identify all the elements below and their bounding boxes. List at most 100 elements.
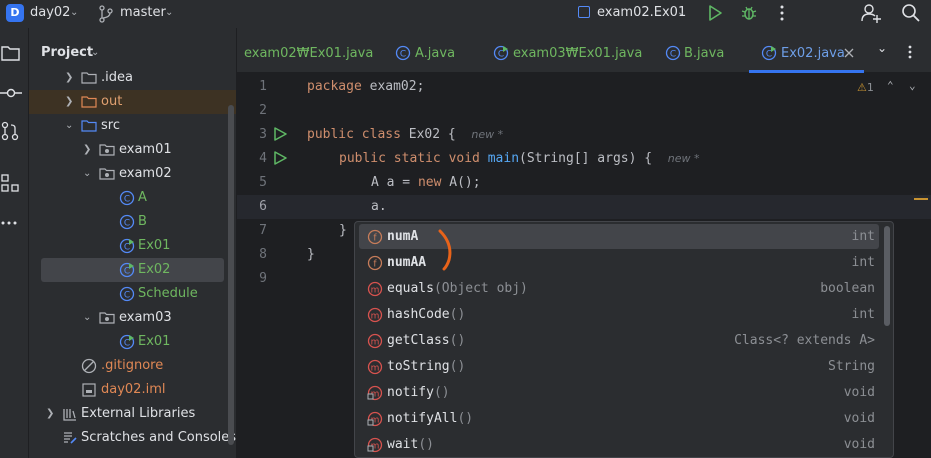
keyword: new xyxy=(417,175,442,190)
tree-item-src[interactable]: ⌄ src xyxy=(29,114,236,138)
code-text: exam02; xyxy=(361,79,425,94)
completion-type: void xyxy=(843,385,875,400)
chevron-down-icon[interactable]: ⌄ xyxy=(83,168,91,179)
tab-list-chevron-icon[interactable]: ⌄ xyxy=(877,41,887,55)
more-options-icon[interactable] xyxy=(776,2,788,24)
more-tools-icon[interactable] xyxy=(0,212,22,234)
tree-item-class-ex01[interactable]: C Ex01 xyxy=(29,330,236,354)
completion-type: boolean xyxy=(820,281,875,296)
tab-exam03-ex01[interactable]: C exam03₩Ex01.java xyxy=(485,28,642,73)
pull-requests-icon[interactable] xyxy=(0,120,22,142)
tree-item-idea[interactable]: ❯ .idea xyxy=(29,66,236,90)
previous-highlight-icon[interactable]: ⌃ xyxy=(887,79,894,92)
tab-b-java[interactable]: C B.java xyxy=(657,28,737,73)
run-icon[interactable] xyxy=(706,2,724,24)
chevron-right-icon[interactable]: ❯ xyxy=(65,72,73,83)
chevron-down-icon[interactable]: ⌄ xyxy=(91,47,99,58)
chevron-down-icon[interactable]: ⌄ xyxy=(677,7,685,18)
tree-item-out[interactable]: ❯ out xyxy=(29,90,236,114)
chevron-down-icon[interactable]: ⌄ xyxy=(65,120,73,131)
class-icon: C xyxy=(119,190,135,206)
chevron-right-icon[interactable]: ❯ xyxy=(46,408,54,419)
tree-item-class-b[interactable]: C B xyxy=(29,210,236,234)
search-icon[interactable] xyxy=(900,2,922,24)
completion-name: numAA xyxy=(387,255,427,270)
folder-icon xyxy=(81,96,97,108)
tool-window-strip xyxy=(0,28,29,458)
tree-item-class-a[interactable]: C A xyxy=(29,186,236,210)
completion-item[interactable]: m notify() void xyxy=(359,380,879,405)
tab-exam02-ex01[interactable]: exam02₩Ex01.java xyxy=(237,28,373,73)
author-hint[interactable]: new * xyxy=(471,128,503,141)
next-highlight-icon[interactable]: ⌄ xyxy=(909,79,916,92)
tab-label: A.java xyxy=(415,46,456,61)
tab-ex02-java[interactable]: C Ex02.java xyxy=(749,28,864,73)
tree-item-label: A xyxy=(138,190,147,205)
keyword: public static void xyxy=(339,151,480,166)
tab-a-java[interactable]: C A.java xyxy=(387,28,467,73)
chevron-right-icon[interactable]: ❯ xyxy=(83,144,91,155)
tree-item-class-ex01[interactable]: C Ex01 xyxy=(29,234,236,258)
code-line-5: A a = new A(); xyxy=(371,175,481,190)
tree-item-label: out xyxy=(101,94,123,109)
run-config-name[interactable]: exam02.Ex01 xyxy=(597,5,686,20)
more-options-icon[interactable] xyxy=(905,44,915,60)
chevron-right-icon[interactable]: ❯ xyxy=(65,96,73,107)
project-panel-title[interactable]: Project xyxy=(41,45,93,60)
warnings-indicator[interactable]: ⚠1 xyxy=(857,81,874,94)
commit-icon[interactable] xyxy=(0,82,22,104)
add-user-icon[interactable] xyxy=(860,2,882,24)
run-config-icon[interactable] xyxy=(578,6,590,18)
chevron-down-icon[interactable]: ⌄ xyxy=(165,7,173,18)
project-name[interactable]: day02 xyxy=(30,5,70,20)
tree-item-label: day02.iml xyxy=(101,382,166,397)
completion-item[interactable]: m wait() void xyxy=(359,432,879,457)
tree-item-label: B xyxy=(138,214,147,229)
git-branch-icon[interactable] xyxy=(98,3,114,25)
folder-icon[interactable] xyxy=(0,42,22,64)
line-number: 3 xyxy=(259,127,267,142)
branch-name[interactable]: master xyxy=(120,5,166,20)
completion-scrollbar[interactable] xyxy=(884,226,890,326)
tree-item-scratches[interactable]: Scratches and Consoles xyxy=(29,426,236,450)
method-name: main xyxy=(487,151,520,166)
author-hint[interactable]: new * xyxy=(668,152,700,165)
completion-item[interactable]: m equals(Object obj) boolean xyxy=(359,276,879,301)
tree-item-iml[interactable]: day02.iml xyxy=(29,378,236,402)
code-text: Ex02 { xyxy=(400,127,456,142)
completion-item[interactable]: m getClass() Class<? extends A> xyxy=(359,328,879,353)
tree-item-gitignore[interactable]: .gitignore xyxy=(29,354,236,378)
tree-item-exam01[interactable]: ❯ exam01 xyxy=(29,138,236,162)
project-badge[interactable]: D xyxy=(6,4,24,22)
chevron-down-icon[interactable]: ⌄ xyxy=(83,312,91,323)
method-icon: m xyxy=(367,333,383,349)
completion-item[interactable]: m notifyAll() void xyxy=(359,406,879,431)
run-gutter-icon[interactable] xyxy=(273,151,287,165)
annotation-stroke xyxy=(438,229,452,271)
tree-item-label: exam03 xyxy=(119,310,172,325)
structure-icon[interactable] xyxy=(0,172,22,194)
completion-name: getClass() xyxy=(387,333,466,348)
tree-item-class-schedule[interactable]: C Schedule xyxy=(29,282,236,306)
line-number: 5 xyxy=(259,175,267,190)
completion-item[interactable]: m hashCode() int xyxy=(359,302,879,327)
field-icon: f xyxy=(367,229,383,245)
project-scrollbar[interactable] xyxy=(228,105,234,445)
chevron-down-icon[interactable]: ⌄ xyxy=(70,7,78,18)
change-marker xyxy=(914,198,928,200)
tree-item-exam03[interactable]: ⌄ exam03 xyxy=(29,306,236,330)
tree-item-external-libraries[interactable]: ❯ External Libraries xyxy=(29,402,236,426)
tree-item-label: .idea xyxy=(101,70,133,85)
tree-item-label: Ex02 xyxy=(138,262,171,277)
debug-icon[interactable] xyxy=(740,2,758,24)
final-method-icon: m xyxy=(367,437,383,453)
svg-text:C: C xyxy=(670,50,676,60)
run-gutter-icon[interactable] xyxy=(273,127,287,141)
completion-item[interactable]: m toString() String xyxy=(359,354,879,379)
tree-item-label: src xyxy=(101,118,120,133)
tree-item-class-ex02[interactable]: C Ex02 xyxy=(41,258,224,282)
close-icon[interactable] xyxy=(844,48,854,58)
tree-item-exam02[interactable]: ⌄ exam02 xyxy=(29,162,236,186)
line-number: 9 xyxy=(259,271,267,286)
module-file-icon xyxy=(82,383,96,397)
